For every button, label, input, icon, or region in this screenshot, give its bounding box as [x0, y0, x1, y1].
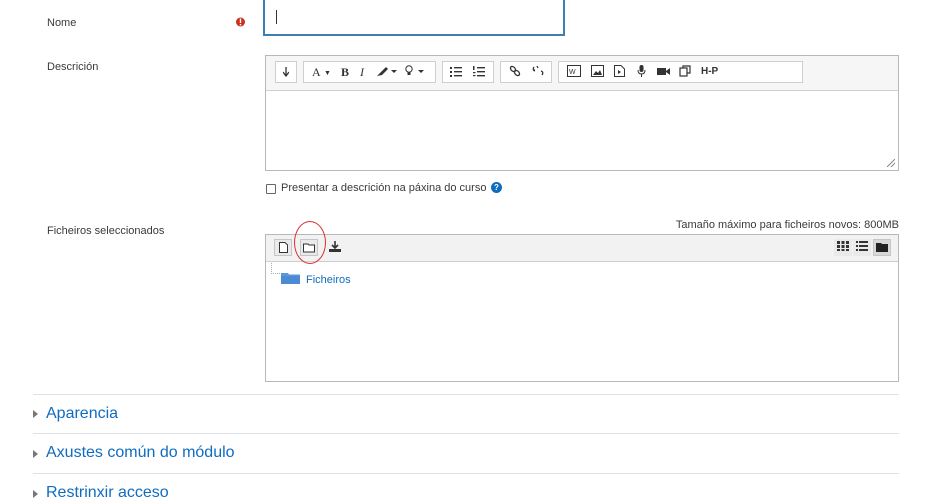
files-label: Ficheiros seleccionados [47, 225, 165, 237]
file-manager-toolbar [266, 235, 898, 262]
video-camera-icon [657, 68, 670, 75]
record-audio-button[interactable] [637, 65, 646, 81]
files-icon [679, 65, 691, 77]
description-editor[interactable]: A ▼ B I W H-P [265, 55, 899, 171]
folder-solid-icon [876, 243, 888, 252]
equation-icon: W [567, 65, 581, 77]
record-video-button[interactable] [657, 65, 670, 81]
file-icon [278, 242, 288, 253]
tree-line [271, 263, 280, 274]
font-size-button[interactable]: A [312, 66, 321, 78]
download-button[interactable] [326, 239, 344, 256]
tree-view-button[interactable] [873, 239, 891, 256]
text-caret [276, 10, 277, 24]
name-input[interactable] [263, 0, 565, 36]
numbered-list-icon [473, 66, 485, 77]
expand-arrow-icon [33, 450, 38, 458]
equation-button[interactable]: W [567, 65, 581, 81]
editor-group-links [500, 61, 552, 83]
text-color-button[interactable] [376, 65, 398, 81]
grid-icon [837, 241, 849, 251]
divider [33, 473, 899, 474]
bullet-list-button[interactable] [450, 65, 462, 81]
bold-button[interactable]: B [341, 66, 349, 78]
media-button[interactable] [614, 65, 625, 81]
section-aparencia[interactable]: Aparencia [46, 405, 118, 423]
bullet-list-icon [450, 67, 462, 77]
microphone-icon [637, 65, 646, 77]
required-icon [236, 16, 245, 31]
folder-link[interactable]: Ficheiros [306, 274, 351, 286]
expand-arrow-icon [33, 490, 38, 498]
chevron-down-icon: ▼ [324, 70, 331, 77]
list-icon [856, 241, 868, 251]
resize-handle[interactable] [887, 159, 895, 167]
divider [33, 433, 899, 434]
name-label: Nome [47, 17, 77, 29]
help-icon[interactable]: ? [491, 182, 502, 193]
media-icon [614, 65, 625, 77]
italic-button[interactable]: I [360, 66, 364, 78]
section-axustes[interactable]: Axustes común do módulo [46, 444, 235, 462]
collapse-toggle-button[interactable] [275, 61, 297, 83]
link-icon [509, 65, 521, 77]
editor-group-lists [442, 61, 494, 83]
divider [33, 394, 899, 395]
h5p-button[interactable]: H-P [701, 66, 718, 78]
unlink-icon [532, 65, 544, 76]
file-manager: Ficheiros [265, 234, 899, 382]
expand-arrow-icon [33, 410, 38, 418]
section-restrinxir[interactable]: Restrinxir acceso [46, 484, 169, 502]
editor-group-media: W H-P [558, 61, 803, 83]
editor-group-style: A ▼ B I [303, 61, 436, 83]
folder-icon [281, 273, 300, 284]
numbered-list-button[interactable] [473, 65, 485, 81]
brush-icon [377, 67, 397, 76]
add-file-button[interactable] [274, 239, 292, 256]
show-description-label: Presentar a descrición na páxina do curs… [281, 182, 487, 194]
icons-view-button[interactable] [834, 239, 852, 256]
lightbulb-icon [405, 65, 424, 75]
download-icon [329, 241, 341, 252]
annotation-circle [294, 221, 326, 264]
svg-text:W: W [569, 69, 576, 76]
image-icon [591, 65, 604, 77]
unlink-button[interactable] [532, 65, 544, 81]
max-size-text: Tamaño máximo para ficheiros novos: 800M… [675, 219, 899, 231]
editor-toolbar: A ▼ B I W H-P [266, 56, 898, 91]
description-label: Descrición [47, 61, 99, 73]
show-description-checkbox[interactable] [266, 184, 276, 194]
collapse-icon [283, 67, 289, 77]
highlight-button[interactable] [404, 65, 428, 81]
list-view-button[interactable] [853, 239, 871, 256]
image-button[interactable] [591, 65, 604, 81]
manage-files-button[interactable] [679, 65, 691, 81]
link-button[interactable] [509, 65, 521, 81]
